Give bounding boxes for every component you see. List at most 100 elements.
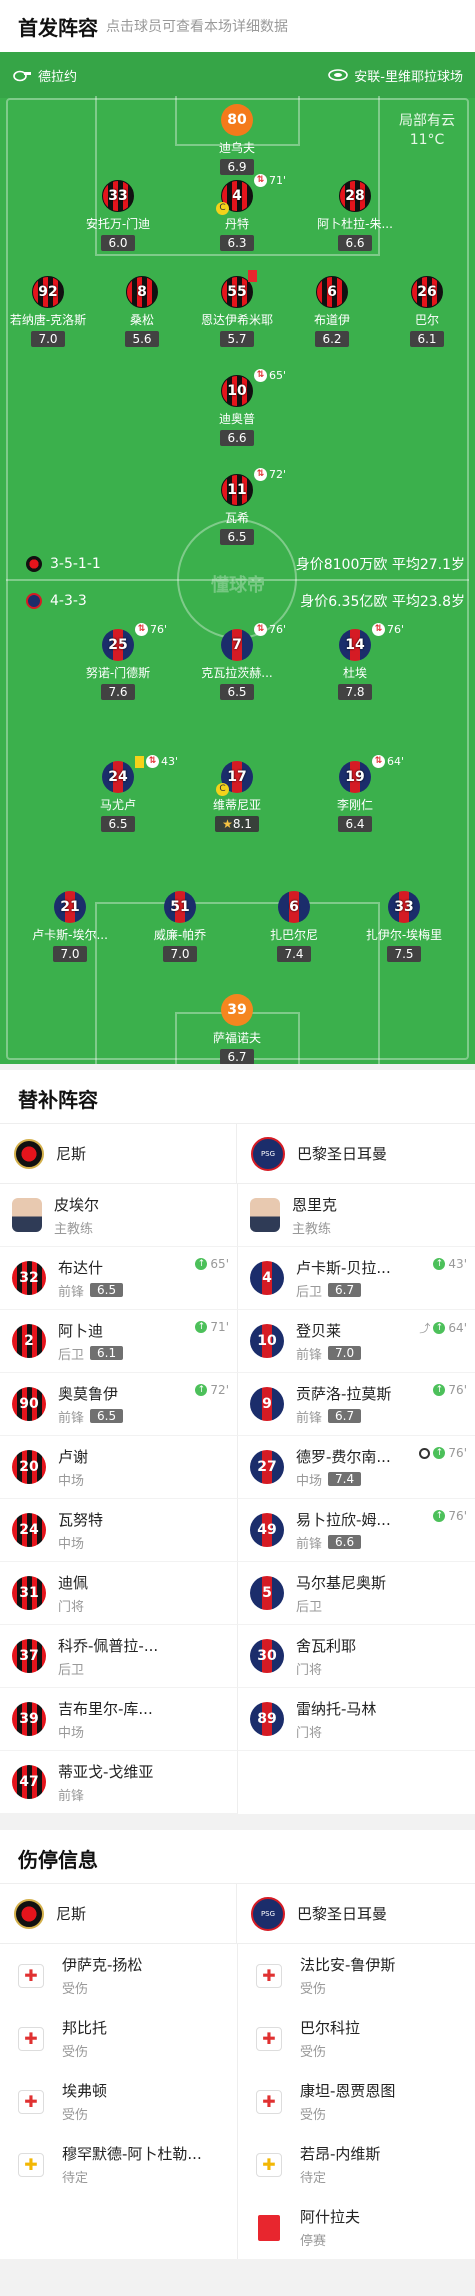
jersey-icon: 51: [164, 891, 196, 923]
away-team-cell[interactable]: PSG 巴黎圣日耳曼: [237, 1124, 474, 1183]
player-name: 卢卡斯-埃尔...: [32, 928, 108, 942]
sub-in-event: ↑ 72': [195, 1383, 229, 1397]
home-player-card[interactable]: 26 巴尔 6.1: [372, 276, 475, 347]
sub-player-row[interactable]: 37 科乔-佩普拉-... 后卫: [0, 1625, 238, 1688]
sub-player-position: 后卫: [296, 1599, 323, 1615]
away-player-card[interactable]: 25 ⇅ 76' 努诺-门德斯 7.6: [63, 623, 173, 700]
coach-name: 皮埃尔: [54, 1195, 100, 1214]
player-rating: 6.3: [220, 235, 254, 251]
away-player-card[interactable]: 7 ⇅ 76' 克瓦拉茨赫... 6.5: [182, 623, 292, 700]
subs-section: 替补阵容 尼斯 PSG 巴黎圣日耳曼 皮埃尔 主教练 恩里克 主教练 32 布达什 前锋 6…: [0, 1070, 475, 1814]
first-aid-icon: ✚: [18, 2089, 44, 2114]
away-player-card[interactable]: 17 C 维蒂尼亚 ★8.1: [182, 761, 292, 832]
sub-player-row[interactable]: 49 易卜拉欣-姆... 前锋 6.6 ↑ 76': [238, 1499, 475, 1562]
home-team-cell[interactable]: 尼斯: [0, 1124, 237, 1183]
injury-player-name: 邦比托: [62, 2019, 108, 2037]
sub-player-row[interactable]: 32 布达什 前锋 6.5 ↑ 65': [0, 1247, 238, 1310]
sub-player-row[interactable]: 39 吉布里尔-库... 中场: [0, 1688, 238, 1751]
sub-player-row[interactable]: 47 蒂亚戈-戈维亚 前锋: [0, 1751, 238, 1814]
player-rating: 6.7: [220, 1049, 254, 1064]
first-aid-icon: ✚: [256, 1963, 282, 1988]
jersey-icon: 20: [12, 1450, 46, 1484]
first-aid-icon: ✚: [18, 2026, 44, 2051]
sub-player-name: 蒂亚戈-戈维亚: [58, 1762, 154, 1781]
injury-row[interactable]: 阿什拉夫 停赛: [238, 2196, 475, 2259]
player-rating: 7.8: [338, 684, 372, 700]
sub-player-row[interactable]: 4 卢卡斯-贝拉... 后卫 6.7 ↑ 43': [238, 1247, 475, 1310]
sub-in-event: ↑ 71': [195, 1320, 229, 1334]
sub-player-position: 前锋: [58, 1788, 85, 1804]
coach-role: 主教练: [292, 1221, 332, 1237]
sub-player-name: 阿卜迪: [58, 1321, 104, 1340]
injury-row[interactable]: ✚ 康坦-恩贾恩图 受伤: [238, 2070, 475, 2133]
home-player-card[interactable]: 4 C ⇅ 71' 丹特 6.3: [182, 174, 292, 251]
sub-player-row[interactable]: 27 德罗-费尔南... 中场 7.4 ↑ 76': [238, 1436, 475, 1499]
away-player-card[interactable]: 14 ⇅ 76' 杜埃 7.8: [300, 623, 410, 700]
sub-player-position: 前锋: [58, 1410, 85, 1426]
home-player-card[interactable]: 8 桑松 5.6: [87, 276, 197, 347]
sub-player-row[interactable]: 31 迪佩 门将: [0, 1562, 238, 1625]
sub-player-row[interactable]: 24 瓦努特 中场: [0, 1499, 238, 1562]
sub-player-row[interactable]: 5 马尔基尼奥斯 后卫: [238, 1562, 475, 1625]
home-player-card[interactable]: 80 迪乌夫 6.9: [182, 104, 292, 175]
player-name: 丹特: [224, 217, 249, 231]
home-player-card[interactable]: 33 安托万-门迪 6.0: [63, 180, 173, 251]
player-rating: 7.0: [31, 331, 65, 347]
sub-player-row[interactable]: 89 雷纳托-马林 门将: [238, 1688, 475, 1751]
sub-player-row[interactable]: 2 阿卜迪 后卫 6.1 ↑ 71': [0, 1310, 238, 1373]
sub-player-name: 迪佩: [58, 1573, 89, 1592]
jersey-icon: 31: [12, 1576, 46, 1610]
injury-row[interactable]: ✚ 埃弗顿 受伤: [0, 2070, 238, 2133]
home-player-card[interactable]: 10 ⇅ 65' 迪奥普 6.6: [182, 369, 292, 446]
sub-player-position: 中场: [296, 1473, 323, 1489]
home-coach[interactable]: 皮埃尔 主教练: [0, 1184, 238, 1247]
away-player-card[interactable]: 51 威廉-帕乔 7.0: [125, 891, 235, 962]
nice-crest-icon: [14, 1138, 44, 1169]
sub-player-row[interactable]: 20 卢谢 中场: [0, 1436, 238, 1499]
sub-in-icon: ↑: [433, 1258, 446, 1270]
first-aid-icon: ✚: [256, 2026, 282, 2051]
injury-player-name: 若昂-内维斯: [300, 2145, 381, 2163]
away-player-card[interactable]: 24 ⇅ 43' 马尤卢 6.5: [63, 755, 178, 832]
injury-player-name: 穆罕默德-阿卜杜勒...: [62, 2145, 202, 2163]
nice-crest-icon: [14, 1898, 44, 1929]
sub-player-position: 前锋: [296, 1347, 323, 1363]
away-player-card[interactable]: 19 ⇅ 64' 李刚仁 6.4: [300, 755, 410, 832]
injury-row[interactable]: ✚ 穆罕默德-阿卜杜勒... 待定: [0, 2133, 238, 2196]
sub-player-row[interactable]: 90 奥莫鲁伊 前锋 6.5 ↑ 72': [0, 1373, 238, 1436]
away-team-cell[interactable]: PSG 巴黎圣日耳曼: [237, 1884, 474, 1943]
jersey-icon: 10: [221, 375, 253, 407]
home-player-card[interactable]: 55 恩达伊希米耶 5.7: [182, 270, 292, 347]
jersey-icon: 8: [126, 276, 158, 308]
away-player-card[interactable]: 6 扎巴尔尼 7.4: [239, 891, 349, 962]
sub-player-row[interactable]: 30 舍瓦利耶 门将: [238, 1625, 475, 1688]
home-player-card[interactable]: 6 布道伊 6.2: [277, 276, 387, 347]
player-rating: 7.5: [387, 946, 421, 962]
home-team-cell[interactable]: 尼斯: [0, 1884, 237, 1943]
player-name: 安托万-门迪: [85, 217, 151, 231]
away-player-card[interactable]: 33 扎伊尔-埃梅里 7.5: [349, 891, 459, 962]
injury-row[interactable]: ✚ 若昂-内维斯 待定: [238, 2133, 475, 2196]
sub-in-event: ↑ 76': [433, 1509, 467, 1523]
coach-avatar: [12, 1198, 42, 1232]
jersey-icon: 30: [250, 1639, 284, 1673]
injury-row[interactable]: ✚ 邦比托 受伤: [0, 2007, 238, 2070]
sub-player-row[interactable]: 10 登贝莱 前锋 7.0 ⤴ ↑ 64': [238, 1310, 475, 1373]
injury-row[interactable]: ✚ 巴尔科拉 受伤: [238, 2007, 475, 2070]
venue-bar: 德拉约 安联-里维耶拉球场: [0, 52, 475, 98]
injury-row[interactable]: ✚ 伊萨克-扬松 受伤: [0, 1944, 238, 2007]
home-player-card[interactable]: 11 ⇅ 72' 瓦希 6.5: [182, 468, 292, 545]
jersey-icon: 92: [32, 276, 64, 308]
injury-row[interactable]: ✚ 法比安-鲁伊斯 受伤: [238, 1944, 475, 2007]
player-name: 李刚仁: [336, 798, 373, 812]
captain-icon: C: [216, 783, 229, 796]
away-player-card[interactable]: 39 萨福诺夫 6.7: [182, 994, 292, 1064]
psg-crest-icon: PSG: [251, 1136, 285, 1171]
sub-player-rating: 6.1: [90, 1346, 124, 1360]
away-coach[interactable]: 恩里克 主教练: [238, 1184, 475, 1247]
sub-player-name: 卢谢: [58, 1447, 89, 1466]
sub-player-row[interactable]: 9 贡萨洛-拉莫斯 前锋 6.7 ↑ 76': [238, 1373, 475, 1436]
home-player-card[interactable]: 28 阿卜杜拉-朱... 6.6: [300, 180, 410, 251]
away-player-card[interactable]: 21 卢卡斯-埃尔... 7.0: [15, 891, 125, 962]
player-name: 迪奥普: [218, 412, 255, 426]
